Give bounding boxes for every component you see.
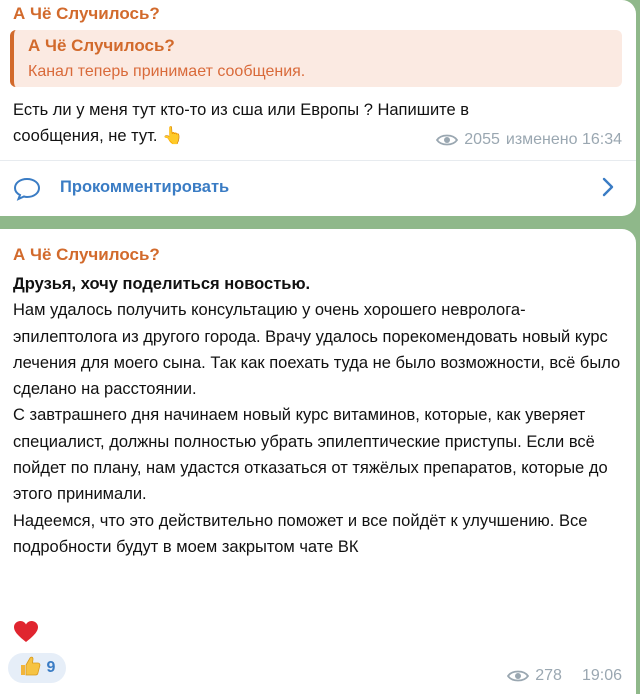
message-meta: 278 19:06 <box>507 667 622 685</box>
message-bubble-1: А Чё Случилось? А Чё Случилось? Канал те… <box>0 0 636 216</box>
message-paragraph: Надеемся, что это действительно поможет … <box>13 511 588 556</box>
pointing-up-emoji: 👆 <box>162 126 184 145</box>
eye-icon <box>507 669 530 683</box>
thumbs-up-icon <box>19 655 41 682</box>
heart-emoji <box>13 620 39 649</box>
channel-name[interactable]: А Чё Случилось? <box>13 4 160 24</box>
views-count: 2055 <box>464 131 500 148</box>
chevron-right-icon <box>602 177 614 202</box>
views-count: 278 <box>535 667 562 684</box>
channel-name[interactable]: А Чё Случилось? <box>13 245 160 265</box>
message-time: 19:06 <box>581 667 622 684</box>
reply-text: Канал теперь принимает сообщения. <box>28 63 306 80</box>
eye-icon <box>436 133 459 147</box>
message-bubble-2: А Чё Случилось? Друзья, хочу поделиться … <box>0 229 636 694</box>
comment-button[interactable]: Прокомментировать <box>0 161 636 216</box>
message-paragraph: С завтрашнего дня начинаем новый курс ви… <box>13 406 608 504</box>
reaction-thumbs-up[interactable]: 9 <box>8 653 66 683</box>
message-paragraph: Нам удалось получить консультацию у очен… <box>13 301 621 399</box>
reply-preview[interactable]: А Чё Случилось? Канал теперь принимает с… <box>10 30 622 87</box>
comment-icon <box>13 177 41 206</box>
message-text-body: Есть ли у меня тут кто-то из сша или Евр… <box>13 101 470 145</box>
reaction-count: 9 <box>46 659 56 676</box>
message-meta: 2055 изменено 16:34 <box>436 131 622 149</box>
edited-status: изменено 16:34 <box>505 131 622 148</box>
message-text: Друзья, хочу поделиться новостью. Нам уд… <box>13 271 625 560</box>
message-title: Друзья, хочу поделиться новостью. <box>13 275 311 293</box>
reply-author: А Чё Случилось? <box>28 36 175 55</box>
comment-label: Прокомментировать <box>60 178 230 196</box>
